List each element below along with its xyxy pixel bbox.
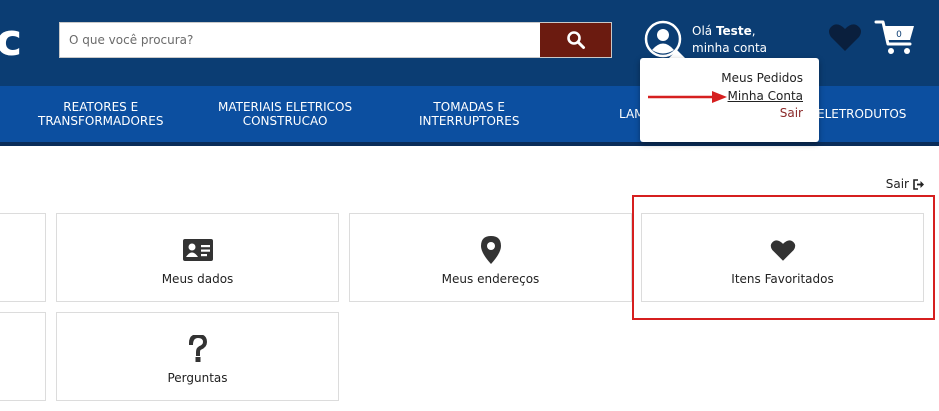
user-greeting: Olá Teste, (692, 24, 756, 38)
logout-label: Sair (885, 177, 909, 191)
cart-button[interactable]: 0 (874, 18, 918, 56)
card-meus-enderecos[interactable]: Meus endereços (349, 213, 632, 302)
nav-item-eletrodutos[interactable]: ELETRODUTOS (817, 107, 906, 121)
dropdown-my-orders[interactable]: Meus Pedidos (721, 71, 803, 86)
sign-out-icon (913, 178, 924, 190)
cart-count: 0 (896, 30, 902, 40)
heart-icon[interactable] (828, 22, 862, 52)
nav-item-materiais[interactable]: MATERIAIS ELETRICOS CONSTRUCAO (218, 100, 352, 128)
search-bar (59, 22, 612, 58)
card-partial[interactable] (0, 213, 46, 302)
dropdown-my-account[interactable]: Minha Conta (728, 89, 803, 104)
logo[interactable]: c (0, 16, 22, 66)
annotation-highlight-box (632, 195, 935, 320)
id-card-icon (182, 239, 213, 261)
nav-item-label: TRANSFORMADORES (38, 114, 164, 128)
search-button[interactable] (540, 23, 611, 57)
question-icon (188, 335, 207, 362)
my-account-link[interactable]: minha conta (692, 41, 767, 56)
card-label: Meus dados (161, 272, 234, 286)
card-icon-wrap (480, 236, 501, 264)
nav-divider (0, 142, 939, 146)
map-marker-icon (480, 236, 501, 264)
nav-item-tomadas[interactable]: TOMADAS E INTERRUPTORES (419, 100, 519, 128)
user-name: Teste (715, 24, 752, 38)
nav-item-reatores[interactable]: REATORES E TRANSFORMADORES (38, 100, 163, 128)
search-input[interactable] (60, 23, 542, 57)
nav-item-label: REATORES E (63, 100, 139, 114)
card-icon-wrap (182, 236, 213, 264)
nav-item-label: MATERIAIS ELETRICOS (218, 100, 353, 114)
card-label: Meus endereços (441, 272, 540, 286)
cart-icon: 0 (874, 20, 914, 54)
card-meus-dados[interactable]: Meus dados (56, 213, 339, 302)
card-perguntas[interactable]: Perguntas (56, 312, 339, 401)
dropdown-logout[interactable]: Sair (780, 106, 803, 121)
nav-item-label: CONSTRUCAO (242, 114, 328, 128)
nav-item-label: ELETRODUTOS (817, 107, 907, 121)
search-icon (566, 31, 585, 49)
logout-link[interactable]: Sair (886, 177, 925, 191)
card-partial[interactable] (0, 312, 46, 401)
nav-item-label: INTERRUPTORES (419, 114, 520, 128)
card-icon-wrap (188, 335, 208, 363)
nav-item-label: TOMADAS E (433, 100, 506, 114)
annotation-arrow (648, 91, 727, 103)
card-label: Perguntas (167, 371, 228, 385)
